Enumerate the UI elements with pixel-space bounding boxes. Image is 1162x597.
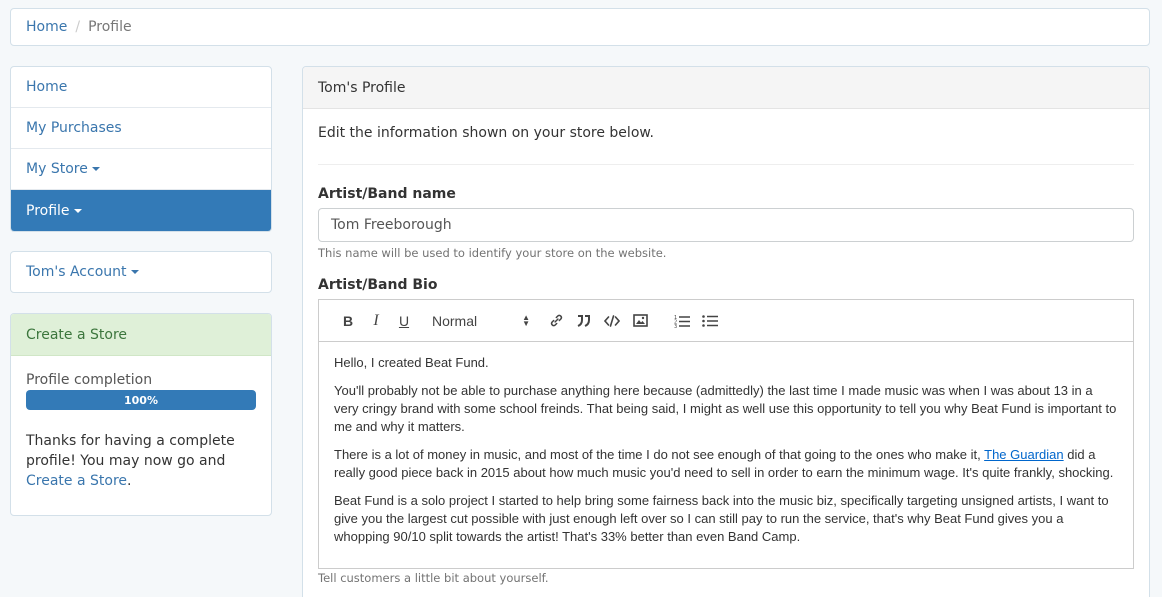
link-icon <box>550 314 562 327</box>
bio-paragraph: You'll probably not be able to purchase … <box>334 383 1117 434</box>
profile-completion-progress: 100% <box>26 390 256 410</box>
panel-intro: Edit the information shown on your store… <box>318 125 654 141</box>
account-menu-label: Tom's Account <box>26 264 127 280</box>
artist-name-label: Artist/Band name <box>318 186 456 202</box>
text-style-value: Normal <box>432 312 478 329</box>
artist-name-value: Tom Freeborough <box>331 217 452 233</box>
editor-toolbar: B I U Normal ▲ ▼ 1 2 3 <box>319 300 1133 342</box>
image-icon <box>632 314 648 327</box>
bullet-list-icon <box>702 314 718 327</box>
blockquote-button[interactable] <box>570 309 598 333</box>
progress-bar-fill: 100% <box>26 390 256 410</box>
sidebar-item-my-store[interactable]: My Store <box>11 149 271 190</box>
code-button[interactable] <box>598 309 626 333</box>
underline-button[interactable]: U <box>390 309 418 333</box>
caret-down-icon <box>130 270 139 274</box>
caret-down-icon <box>91 167 100 171</box>
artist-bio-label: Artist/Band Bio <box>318 277 438 293</box>
breadcrumb-separator: / <box>75 19 81 35</box>
divider <box>318 164 1134 165</box>
profile-panel: Tom's Profile Edit the information shown… <box>302 66 1150 597</box>
completion-message-text: Thanks for having a complete profile! Yo… <box>26 433 235 469</box>
create-store-link[interactable]: Create a Store <box>26 473 127 489</box>
ordered-list-button[interactable]: 123 <box>668 309 696 333</box>
sidebar-item-label: Profile <box>26 202 70 219</box>
profile-completion-label: Profile completion <box>26 372 153 388</box>
bullet-list-button[interactable] <box>696 309 724 333</box>
bio-editor: B I U Normal ▲ ▼ 1 2 3 Hello, I created … <box>318 299 1134 569</box>
sidebar-item-label: My Purchases <box>26 120 122 136</box>
panel-title: Tom's Profile <box>303 67 1149 109</box>
sidebar-item-label: Home <box>26 79 68 95</box>
image-button[interactable] <box>626 309 654 333</box>
quote-icon <box>577 314 590 327</box>
sidebar-nav: Home My Purchases My Store Profile <box>10 66 272 232</box>
sidebar-item-label: My Store <box>26 161 88 177</box>
bio-editor-content[interactable]: Hello, I created Beat Fund. You'll proba… <box>319 342 1133 568</box>
create-store-card: Create a Store Profile completion 100% T… <box>10 313 272 516</box>
breadcrumb-current: Profile <box>88 19 132 35</box>
sidebar-item-my-purchases[interactable]: My Purchases <box>11 108 271 149</box>
completion-message: Thanks for having a complete profile! Yo… <box>26 431 256 491</box>
account-menu[interactable]: Tom's Account <box>10 251 272 293</box>
sidebar-item-home[interactable]: Home <box>11 67 271 108</box>
breadcrumb: Home / Profile <box>10 8 1150 46</box>
bio-paragraph: Beat Fund is a solo project I started to… <box>334 493 1109 544</box>
completion-message-end: . <box>127 473 132 489</box>
caret-down-icon <box>73 208 82 213</box>
code-icon <box>604 314 620 327</box>
bio-text: There is a lot of money in music, and mo… <box>334 447 985 462</box>
artist-name-help: This name will be used to identify your … <box>318 246 667 260</box>
bio-paragraph: Hello, I created Beat Fund. <box>334 355 489 370</box>
select-arrows-icon: ▲ ▼ <box>522 312 530 328</box>
sidebar-item-profile[interactable]: Profile <box>11 190 271 231</box>
bio-paragraph: There is a lot of money in music, and mo… <box>334 446 1118 482</box>
guardian-link[interactable]: The Guardian <box>984 447 1064 462</box>
create-store-title: Create a Store <box>11 314 271 356</box>
artist-name-input[interactable]: Tom Freeborough <box>318 208 1134 242</box>
link-button[interactable] <box>542 309 570 333</box>
italic-button[interactable]: I <box>362 309 390 333</box>
text-style-select[interactable]: Normal ▲ ▼ <box>432 313 530 329</box>
bold-button[interactable]: B <box>334 309 362 333</box>
ordered-list-icon: 123 <box>674 315 690 328</box>
breadcrumb-home-link[interactable]: Home <box>26 19 67 35</box>
artist-bio-help: Tell customers a little bit about yourse… <box>318 571 549 585</box>
svg-text:3: 3 <box>674 324 677 328</box>
